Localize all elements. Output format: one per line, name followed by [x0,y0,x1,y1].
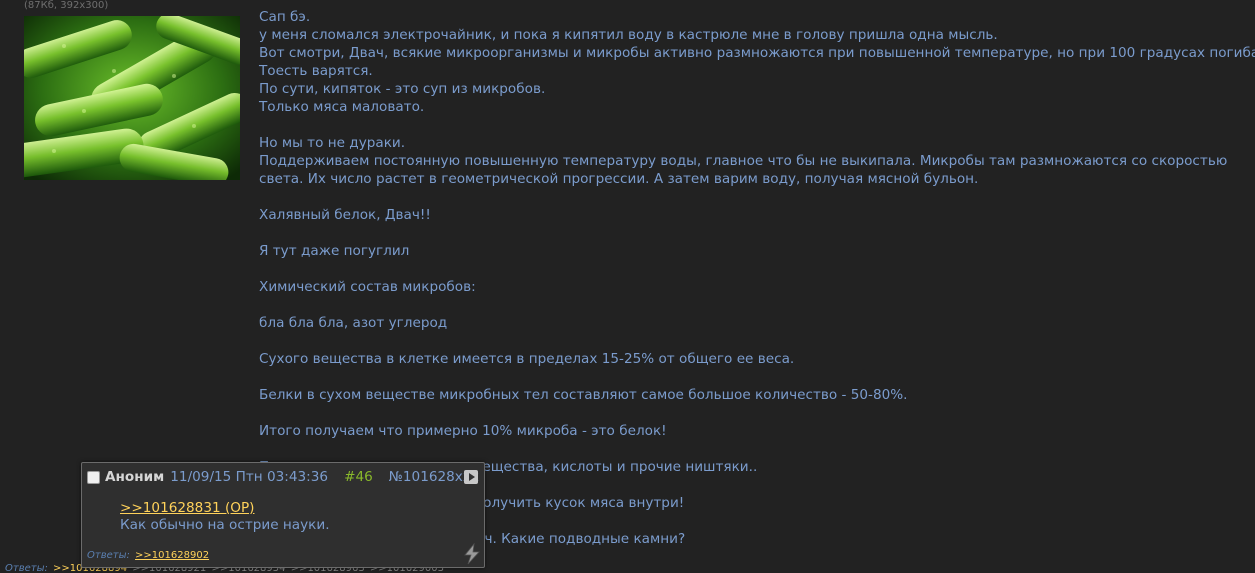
popup-answers-label: Ответы: [87,550,130,561]
popup-answers: Ответы: >>101628902 [87,550,209,561]
popup-post-index: #46 [344,469,373,485]
reply-preview-popup: Аноним 11/09/15 Птн 03:43:36 #46 №101628… [81,462,485,568]
post-line: Тоесть варятся. [259,63,373,79]
post-line: Поддерживаем постоянную повышенную темпе… [259,153,1228,187]
post-line: Халявный белок, Двач!! [259,207,431,223]
post-select-checkbox[interactable] [87,470,100,484]
post-line: Сухого вещества в клетке имеется в преде… [259,351,795,367]
post-line: Итого получаем что примерно 10% микроба … [259,423,667,439]
thread-page: (87Кб, 392x300) Сап бэ. у меня сломался … [0,0,1255,573]
bacteria-image-icon [24,16,240,180]
popup-answer-link[interactable]: >>101628902 [135,550,209,561]
post-line: Но мы то не дураки. [259,135,406,151]
post-line: Вот смотри, Двач, всякие микроорганизмы … [259,45,1255,61]
post-line: у меня сломался электрочайник, и пока я … [259,27,998,43]
post-line: Только мяса маловато. [259,99,425,115]
popup-quote-link[interactable]: >>101628831 (OP) [120,500,254,516]
post-line: По сути, кипяток - это суп из микробов. [259,81,546,97]
expand-play-icon[interactable] [464,470,478,484]
post-line: Я тут даже погуглил [259,243,410,259]
post-line: Сап бэ. [259,9,311,25]
post-line: Химический состав микробов: [259,279,476,295]
file-info[interactable]: (87Кб, 392x300) [24,0,108,12]
replies-label: Ответы: [5,563,48,573]
post-line: бла бла бла, азот углерод [259,315,448,331]
popup-author: Аноним [105,469,165,485]
popup-date: 11/09/15 Птн 03:43:36 [170,469,329,485]
popup-message: Как обычно на острие науки. [120,517,330,533]
lightning-icon [464,543,480,565]
popup-header: Аноним 11/09/15 Птн 03:43:36 #46 №101628… [87,468,481,486]
post-line: Белки в сухом веществе микробных тел сос… [259,387,908,403]
post-thumbnail[interactable] [24,16,240,180]
